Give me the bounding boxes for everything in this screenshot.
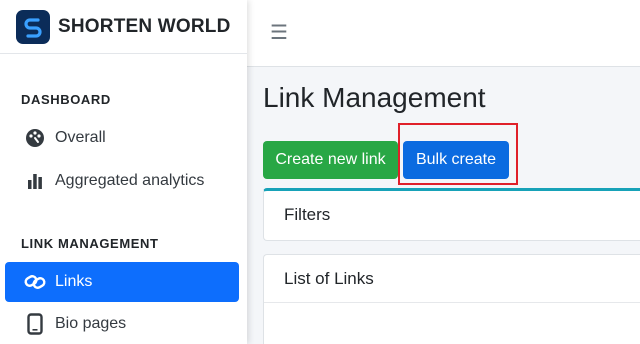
sidebar-item-aggregated-analytics[interactable]: Aggregated analytics bbox=[5, 161, 239, 201]
highlight-box bbox=[398, 123, 518, 185]
filters-card[interactable]: Filters bbox=[263, 188, 640, 241]
brand-name: SHORTEN WORLD bbox=[58, 15, 231, 37]
palette-icon bbox=[24, 127, 46, 149]
page-title: Link Management bbox=[263, 82, 486, 113]
logo-icon bbox=[16, 9, 50, 44]
sidebar-item-label: Overall bbox=[55, 129, 106, 146]
sidebar-item-overall[interactable]: Overall bbox=[5, 118, 239, 158]
sidebar-item-label: Aggregated analytics bbox=[55, 172, 205, 189]
filters-card-title: Filters bbox=[284, 205, 331, 224]
sidebar-item-label: Bio pages bbox=[55, 315, 127, 332]
sidebar-item-links[interactable]: Links bbox=[5, 262, 239, 302]
links-list-card-title: List of Links bbox=[264, 255, 640, 303]
section-title-link-management: LINK MANAGEMENT bbox=[21, 236, 159, 251]
bar-chart-icon bbox=[24, 170, 46, 192]
link-icon bbox=[24, 271, 46, 293]
sidebar: SHORTEN WORLD DASHBOARD Overall Aggregat… bbox=[0, 0, 247, 344]
top-navbar: ☰ bbox=[247, 0, 640, 67]
create-new-link-button[interactable]: Create new link bbox=[263, 141, 398, 179]
brand[interactable]: SHORTEN WORLD bbox=[0, 0, 247, 54]
sidebar-item-label: Links bbox=[55, 273, 93, 290]
section-title-dashboard: DASHBOARD bbox=[21, 92, 111, 107]
mobile-icon bbox=[24, 313, 46, 335]
hamburger-icon[interactable]: ☰ bbox=[270, 20, 288, 45]
links-list-card: List of Links bbox=[263, 254, 640, 344]
sidebar-item-bio-pages[interactable]: Bio pages bbox=[5, 304, 239, 344]
